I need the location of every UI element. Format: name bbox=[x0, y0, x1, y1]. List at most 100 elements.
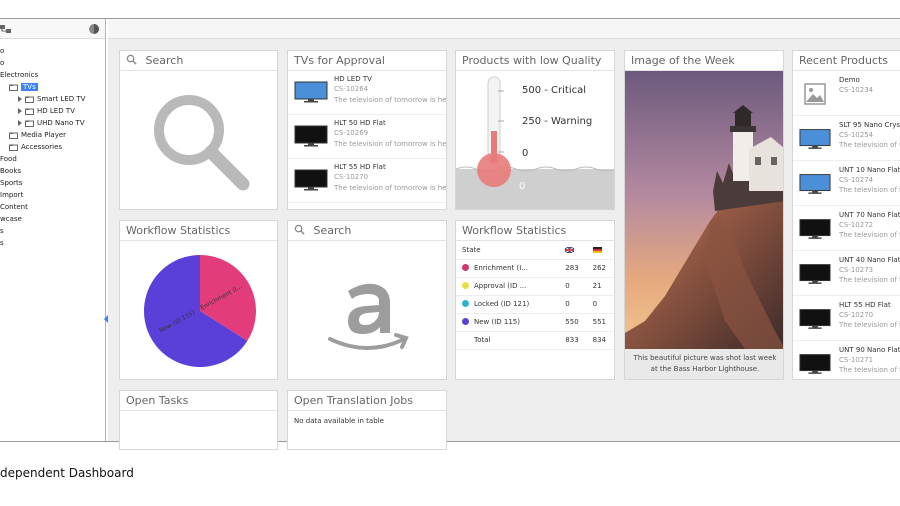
tree-item[interactable]: Smart LED TV bbox=[0, 93, 105, 105]
expand-arrow-icon[interactable] bbox=[18, 120, 22, 126]
tree-item-label: HD LED TV bbox=[37, 107, 75, 115]
card-title: Recent Products bbox=[793, 51, 900, 71]
list-item[interactable]: SLT 95 Nano Cryst CS-10254 The television … bbox=[793, 116, 900, 161]
product-code: CS-10273 bbox=[839, 266, 874, 274]
tree-item[interactable]: wcase bbox=[0, 213, 105, 225]
workflow-pie-chart[interactable]: Enrichment (I...New (ID 115) bbox=[140, 251, 260, 371]
list-item[interactable]: HD LED TV CS-10264 The television of tomor… bbox=[288, 71, 446, 115]
tree-item[interactable]: TVs bbox=[0, 81, 105, 93]
list-item[interactable]: UNT 90 Nano Flat CS-10271 The television o… bbox=[793, 341, 900, 379]
tree-item[interactable]: s bbox=[0, 237, 105, 249]
tree-item[interactable]: Electronics bbox=[0, 69, 105, 81]
tree-item-label: wcase bbox=[0, 215, 22, 223]
category-tree: o o Electronics TVs Smart LED TV HD LED TV UHD… bbox=[0, 39, 105, 249]
hierarchy-icon[interactable] bbox=[0, 23, 12, 35]
tree-item-label: UHD Nano TV bbox=[37, 119, 85, 127]
photo-caption: This beautiful picture was shot last wee… bbox=[625, 349, 783, 379]
product-description: The television of to bbox=[839, 276, 900, 284]
thermometer-bulb bbox=[477, 153, 511, 187]
product-code: CS-10270 bbox=[839, 311, 874, 319]
uk-flag-icon bbox=[565, 246, 575, 253]
tv-thumbnail-icon bbox=[799, 264, 831, 284]
product-description: The television of tomorrow is her bbox=[334, 96, 447, 104]
tree-item-label: s bbox=[0, 227, 4, 235]
tree-item-label: Electronics bbox=[0, 71, 39, 79]
state-label: Enrichment (I... bbox=[474, 264, 528, 272]
list-item[interactable]: UNT 10 Nano Flat CS-10274 The television o… bbox=[793, 161, 900, 206]
list-item[interactable]: HLT 55 HD Flat CS-10270 The television of … bbox=[793, 296, 900, 341]
search-icon bbox=[126, 54, 137, 65]
tree-item[interactable]: o bbox=[0, 45, 105, 57]
state-column-header[interactable]: State bbox=[456, 241, 560, 260]
list-item[interactable]: HLT 50 HD Flat CS-10269 The television of … bbox=[288, 115, 446, 159]
amazon-logo-icon[interactable] bbox=[318, 261, 418, 361]
tree-item-label: Accessories bbox=[21, 143, 63, 151]
product-name: UNT 70 Nano Flat bbox=[839, 211, 900, 219]
globe-icon[interactable] bbox=[88, 23, 100, 35]
table-row[interactable]: New (ID 115) 550 551 bbox=[456, 313, 614, 332]
state-label: Total bbox=[474, 336, 491, 344]
list-item[interactable]: Demo CS-10234 bbox=[793, 71, 900, 116]
expand-arrow-icon[interactable] bbox=[18, 108, 22, 114]
table-row[interactable]: Approval (ID ... 0 21 bbox=[456, 277, 614, 296]
tree-item[interactable]: s bbox=[0, 225, 105, 237]
en-count: 0 bbox=[559, 295, 587, 314]
folder-icon bbox=[9, 84, 18, 91]
tree-item[interactable]: Food bbox=[0, 153, 105, 165]
card-title: Workflow Statistics bbox=[120, 221, 277, 241]
tree-item[interactable]: HD LED TV bbox=[0, 105, 105, 117]
german-column-header[interactable] bbox=[586, 241, 614, 260]
state-label: Approval (ID ... bbox=[474, 282, 527, 290]
open-translation-card: Open Translation Jobs No data available … bbox=[287, 390, 447, 450]
product-description: The television of to bbox=[839, 321, 900, 329]
product-name: UNT 90 Nano Flat bbox=[839, 346, 900, 354]
state-label: New (ID 115) bbox=[474, 318, 520, 326]
lighthouse-photo[interactable] bbox=[625, 71, 784, 349]
tree-item-label: TVs bbox=[21, 83, 38, 91]
recent-products-card: Recent Products Demo CS-10234 SLT 95 Nano … bbox=[792, 50, 900, 380]
folder-icon bbox=[9, 132, 18, 139]
tree-item[interactable]: o bbox=[0, 57, 105, 69]
tree-item[interactable]: Books bbox=[0, 165, 105, 177]
tree-item-label: o bbox=[0, 47, 5, 55]
tree-item-label: s bbox=[0, 239, 4, 247]
category-tree-panel: o o Electronics TVs Smart LED TV HD LED TV UHD… bbox=[0, 19, 106, 441]
product-description: The television of to bbox=[839, 366, 900, 374]
tvs-approval-card: TVs for Approval HD LED TV CS-10264 The te… bbox=[287, 50, 447, 210]
tree-item[interactable]: UHD Nano TV bbox=[0, 117, 105, 129]
product-code: CS-10272 bbox=[839, 221, 874, 229]
app-window: o o Electronics TVs Smart LED TV HD LED TV UHD… bbox=[0, 18, 900, 450]
tree-item[interactable]: Sports bbox=[0, 177, 105, 189]
list-item[interactable]: HLT 55 HD Flat CS-10270 The television of … bbox=[288, 159, 446, 203]
card-title: Search bbox=[313, 224, 352, 237]
tree-item[interactable]: Accessories bbox=[0, 141, 105, 153]
folder-icon bbox=[25, 120, 34, 127]
low-quality-card: Products with low Quality 500 - Critical… bbox=[455, 50, 615, 210]
tree-item[interactable]: Media Player bbox=[0, 129, 105, 141]
list-item[interactable]: UNT 70 Nano Flat CS-10272 The television o… bbox=[793, 206, 900, 251]
product-name: HLT 55 HD Flat bbox=[334, 163, 386, 171]
product-name: HLT 55 HD Flat bbox=[839, 301, 891, 309]
image-week-card: Image of the Week This beautiful picture… bbox=[624, 50, 784, 380]
german-flag-icon bbox=[592, 246, 602, 253]
de-count: 834 bbox=[586, 331, 614, 350]
product-code: CS-10234 bbox=[839, 86, 874, 94]
de-count: 21 bbox=[586, 277, 614, 296]
english-column-header[interactable] bbox=[559, 241, 587, 260]
tree-item[interactable]: Content bbox=[0, 201, 105, 213]
card-title: Open Tasks bbox=[120, 391, 277, 411]
tree-item-label: Food bbox=[0, 155, 17, 163]
tree-item-label: Content bbox=[0, 203, 28, 211]
workflow-table-card: Workflow Statistics State Enrichment (I.… bbox=[455, 220, 615, 380]
magnifier-icon[interactable] bbox=[145, 86, 255, 196]
status-dot-icon bbox=[462, 318, 469, 325]
list-item[interactable]: UNT 40 Nano Flat CS-10273 The television o… bbox=[793, 251, 900, 296]
table-row[interactable]: Enrichment (I... 283 262 bbox=[456, 259, 614, 278]
tree-item[interactable]: Import bbox=[0, 189, 105, 201]
tv-thumbnail-icon bbox=[799, 174, 831, 194]
expand-arrow-icon[interactable] bbox=[18, 96, 22, 102]
table-row[interactable]: Locked (ID 121) 0 0 bbox=[456, 295, 614, 314]
tv-thumbnail-icon bbox=[799, 309, 831, 329]
table-row[interactable]: Total 833 834 bbox=[456, 331, 614, 350]
folder-icon bbox=[9, 144, 18, 151]
